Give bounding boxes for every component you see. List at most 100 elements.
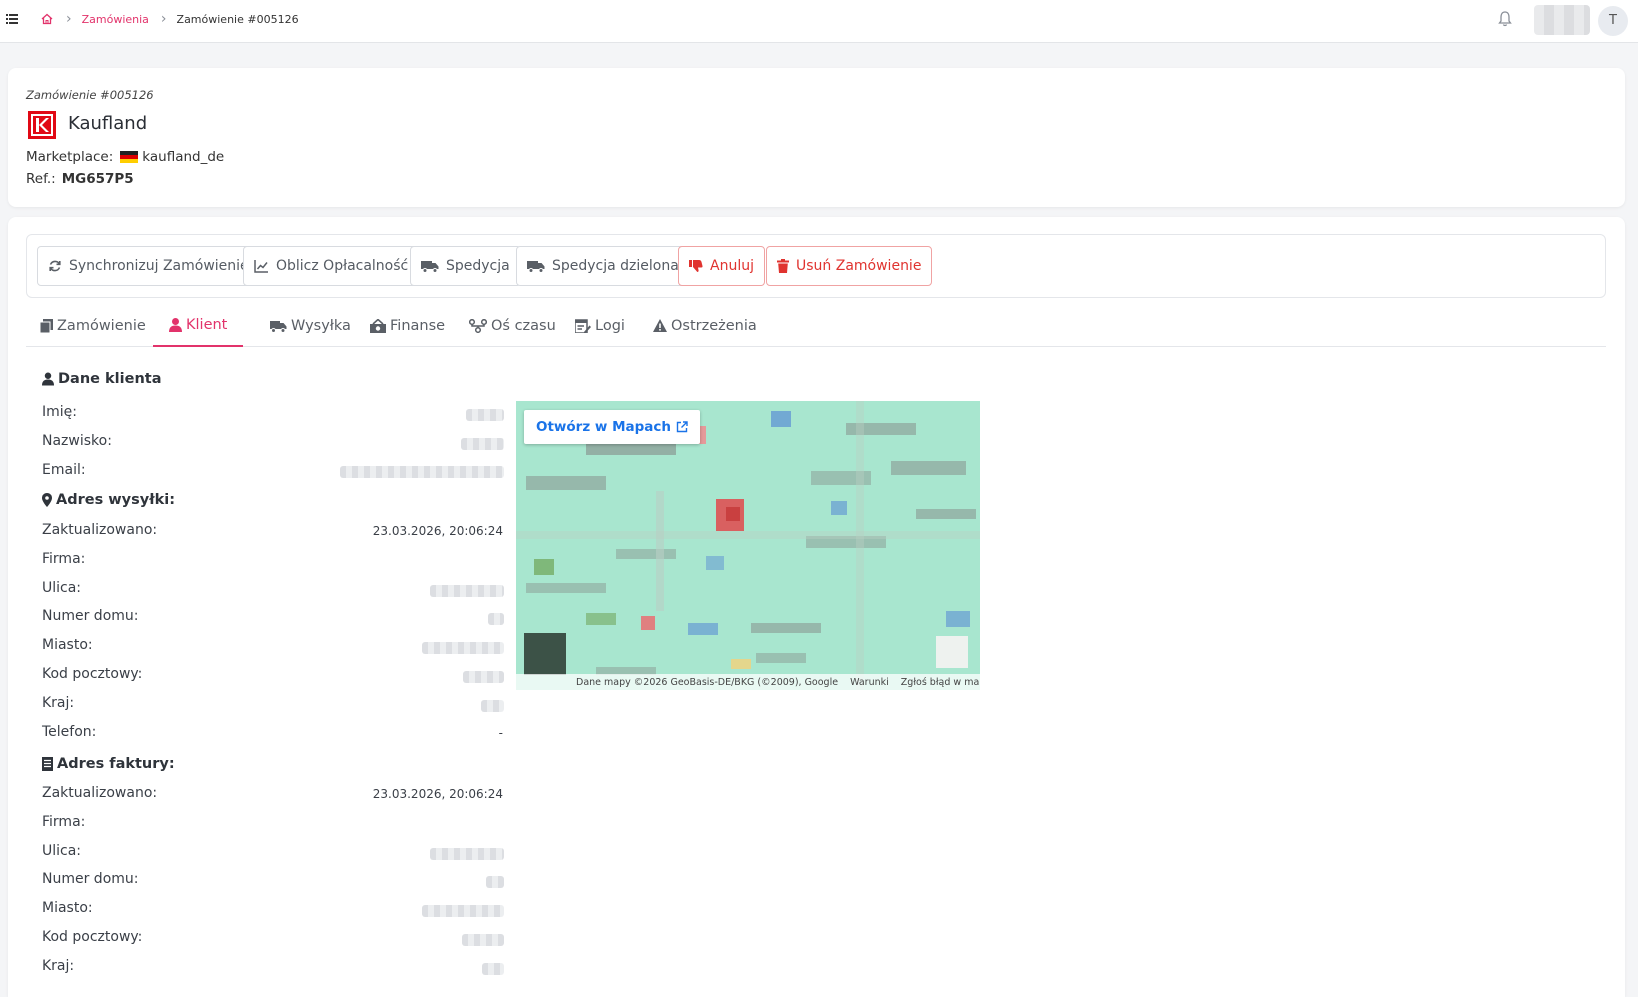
last-name-value-redacted bbox=[461, 438, 504, 450]
tab-wysylka-label: Wysyłka bbox=[291, 317, 351, 334]
profitability-button[interactable]: Oblicz Opłacalność bbox=[243, 246, 420, 286]
shipping-address-title: Adres wysyłki: bbox=[56, 492, 175, 508]
ref-label: Ref.: bbox=[26, 171, 56, 187]
breadcrumb-orders-link[interactable]: Zamówienia bbox=[82, 13, 149, 26]
external-link-icon bbox=[676, 421, 688, 433]
tab-klient[interactable]: Klient bbox=[153, 304, 244, 347]
truck-icon bbox=[527, 261, 545, 273]
marketplace-label: Marketplace: bbox=[26, 149, 114, 165]
shipping-country-label: Kraj: bbox=[42, 695, 75, 711]
copy-icon bbox=[40, 318, 53, 333]
marketplace-row: Marketplace: kaufland_de bbox=[26, 149, 224, 165]
shipping-phone-value: - bbox=[498, 726, 503, 740]
billing-country-value-redacted bbox=[482, 963, 504, 975]
first-name-label: Imię: bbox=[42, 404, 77, 420]
chevron-right-icon: › bbox=[160, 11, 167, 27]
thumbs-down-icon bbox=[689, 260, 703, 272]
email-value-redacted bbox=[340, 466, 504, 478]
shipping-button[interactable]: Spedycja bbox=[410, 246, 521, 286]
truck-icon bbox=[421, 261, 439, 273]
shipping-street-value-redacted bbox=[430, 585, 504, 597]
shipping-updated-label: Zaktualizowano: bbox=[42, 522, 158, 538]
timeline-icon bbox=[469, 318, 487, 333]
tab-logi[interactable]: Logi bbox=[575, 304, 625, 347]
email-label: Email: bbox=[42, 462, 86, 478]
map-report-error-link[interactable]: Zgłoś błąd w mapach bbox=[901, 677, 980, 688]
billing-updated-label: Zaktualizowano: bbox=[42, 785, 158, 801]
shipping-label: Spedycja bbox=[446, 258, 510, 274]
open-in-maps-label: Otwórz w Mapach bbox=[536, 419, 671, 435]
menu-icon[interactable] bbox=[6, 13, 18, 25]
map-tiles-blurred bbox=[516, 401, 980, 690]
tab-zamowienie[interactable]: Zamówienie bbox=[40, 304, 146, 347]
kaufland-logo-icon bbox=[28, 111, 56, 139]
billing-city-value-redacted bbox=[422, 905, 504, 917]
logs-icon bbox=[575, 318, 591, 333]
tab-ostrzezenia[interactable]: Ostrzeżenia bbox=[653, 304, 757, 347]
shipping-address-heading: Adres wysyłki: bbox=[42, 492, 175, 508]
last-name-label: Nazwisko: bbox=[42, 433, 112, 449]
tab-finanse-label: Finanse bbox=[390, 317, 446, 334]
delete-order-button[interactable]: Usuń Zamówienie bbox=[766, 246, 933, 286]
billing-updated-value: 23.03.2026, 20:06:24 bbox=[372, 787, 503, 801]
map-terms-link[interactable]: Warunki bbox=[850, 677, 889, 688]
shipping-postcode-label: Kod pocztowy: bbox=[42, 666, 143, 682]
tab-finanse[interactable]: Finanse bbox=[370, 304, 445, 347]
billing-street-label: Ulica: bbox=[42, 843, 82, 859]
map-marker-icon bbox=[42, 493, 52, 507]
tab-os-czasu[interactable]: Oś czasu bbox=[469, 304, 556, 347]
sync-icon bbox=[49, 260, 61, 272]
billing-country-label: Kraj: bbox=[42, 958, 75, 974]
shipping-city-label: Miasto: bbox=[42, 637, 93, 653]
shop-name: Kaufland bbox=[68, 113, 148, 134]
split-shipping-button[interactable]: Spedycja dzielona bbox=[516, 246, 690, 286]
warning-icon bbox=[653, 319, 667, 332]
billing-street-value-redacted bbox=[430, 848, 504, 860]
marketplace-value: kaufland_de bbox=[142, 149, 225, 165]
user-icon bbox=[169, 317, 182, 332]
billing-address-title: Adres faktury: bbox=[57, 756, 175, 772]
user-icon bbox=[42, 372, 54, 386]
sync-order-button[interactable]: Synchronizuj Zamówienie bbox=[37, 246, 260, 286]
truck-fast-icon bbox=[270, 320, 287, 333]
customer-data-heading: Dane klienta bbox=[42, 371, 161, 387]
customer-location-map[interactable]: Otwórz w Mapach Dane mapy ©2026 GeoBasis… bbox=[516, 401, 980, 690]
avatar[interactable]: T bbox=[1598, 6, 1628, 36]
user-name-redacted[interactable] bbox=[1534, 5, 1590, 35]
cancel-order-label: Anuluj bbox=[710, 258, 754, 274]
order-number: Zamówienie #005126 bbox=[26, 88, 154, 102]
action-toolbar: Synchronizuj Zamówienie Oblicz Opłacalno… bbox=[26, 234, 1606, 298]
map-data-attribution: Dane mapy ©2026 GeoBasis-DE/BKG (©2009),… bbox=[576, 676, 839, 688]
tab-ostrzezenia-label: Ostrzeżenia bbox=[671, 317, 757, 334]
first-name-value-redacted bbox=[466, 409, 504, 421]
shipping-city-value-redacted bbox=[422, 642, 504, 654]
tab-os-czasu-label: Oś czasu bbox=[491, 317, 556, 334]
delete-order-label: Usuń Zamówienie bbox=[796, 258, 922, 274]
billing-house-number-value-redacted bbox=[486, 876, 504, 888]
bell-icon[interactable] bbox=[1497, 10, 1513, 28]
billing-postcode-label: Kod pocztowy: bbox=[42, 929, 143, 945]
shipping-house-number-value-redacted bbox=[488, 613, 504, 625]
billing-address-heading: Adres faktury: bbox=[42, 756, 175, 772]
split-shipping-label: Spedycja dzielona bbox=[552, 258, 679, 274]
ref-row: Ref.: MG657P5 bbox=[26, 171, 134, 187]
shipping-postcode-value-redacted bbox=[463, 671, 504, 683]
shipping-phone-label: Telefon: bbox=[42, 724, 97, 740]
shipping-country-value-redacted bbox=[481, 700, 504, 712]
tab-zamowienie-label: Zamówienie bbox=[57, 317, 146, 334]
detail-tabs: Zamówienie Klient Wysyłka Finanse Oś cza… bbox=[26, 304, 1606, 347]
open-in-maps-button[interactable]: Otwórz w Mapach bbox=[524, 410, 700, 444]
cancel-order-button[interactable]: Anuluj bbox=[678, 246, 765, 286]
breadcrumb: › Zamówienia › Zamówienie #005126 bbox=[40, 12, 299, 26]
breadcrumb-current: Zamówienie #005126 bbox=[176, 12, 299, 26]
top-bar: › Zamówienia › Zamówienie #005126 T bbox=[0, 0, 1638, 43]
shipping-street-label: Ulica: bbox=[42, 580, 82, 596]
chart-line-icon bbox=[254, 260, 268, 273]
billing-city-label: Miasto: bbox=[42, 900, 93, 916]
tab-logi-label: Logi bbox=[595, 317, 625, 334]
tab-wysylka[interactable]: Wysyłka bbox=[269, 304, 351, 347]
billing-postcode-value-redacted bbox=[462, 934, 504, 946]
shipping-updated-value: 23.03.2026, 20:06:24 bbox=[372, 524, 503, 538]
germany-flag-icon bbox=[120, 151, 139, 163]
home-icon[interactable] bbox=[40, 12, 54, 26]
